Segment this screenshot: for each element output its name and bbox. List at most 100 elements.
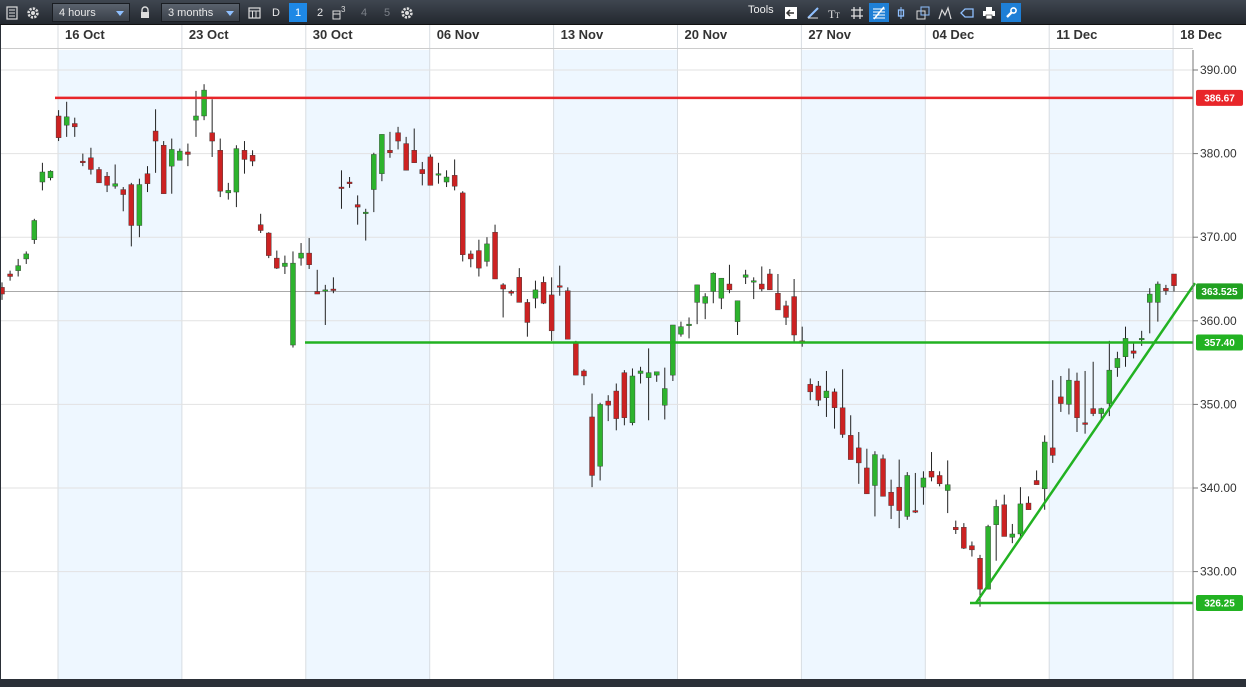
candle-body [847,435,854,460]
printer-icon [983,6,995,19]
layout-3-icon: 3 [332,5,346,19]
level-badge-label: 386.67 [1204,93,1235,104]
tools-label: Tools [748,4,774,16]
pitchfork-icon [938,5,952,19]
trendline-tool-icon[interactable] [803,3,823,22]
layout-4-button[interactable]: 4 [355,3,373,22]
text-tool-icon[interactable]: TT [825,3,845,22]
candle-body [460,192,466,255]
candle-body [201,89,207,117]
bottom-border [0,679,1246,687]
candle-body [1058,396,1064,404]
candle-body [15,265,21,271]
candle-body [589,416,595,476]
candle-body [686,323,692,326]
candle-body [581,370,587,377]
candle-body [767,273,773,291]
chevron-down-icon [116,11,124,16]
tools-settings-icon[interactable] [1001,3,1021,22]
layout-5-button[interactable]: 5 [378,3,396,22]
candle-body [274,257,280,269]
settings-icon[interactable] [23,3,43,22]
week-band [305,50,430,680]
layout-2-button[interactable]: 2 [311,3,329,22]
week-bands [58,50,1174,680]
fib-icon [873,6,885,19]
candle-body [411,150,417,163]
candle-body [1074,380,1080,418]
candle-body [298,252,304,259]
grid-tool-icon[interactable] [847,3,867,22]
candle-body [185,151,191,155]
date-tick-label: 30 Oct [313,27,353,42]
fibonacci-tool-icon[interactable] [869,3,889,22]
candle-body [225,190,232,194]
price-axis: 390.00 380.00 370.00 360.00 350.00 340.00 330.… [1193,63,1237,579]
candle-body [39,171,46,183]
price-tick-label: 340.00 [1200,481,1237,495]
candle-body [613,390,619,419]
candle-body [621,372,628,418]
candle-body [694,284,700,303]
week-band [801,50,926,680]
menu-icon[interactable] [2,3,22,22]
calendar-icon[interactable] [244,3,264,22]
candle-body [565,290,571,340]
interval-select[interactable]: 4 hours [52,3,130,22]
price-tick-label: 380.00 [1200,147,1237,161]
layout-1-button[interactable]: 1 [289,3,307,22]
layout-3-button[interactable]: 3 [330,3,348,22]
candle-body [791,296,797,336]
candle-body [831,391,838,408]
candle-body [807,384,813,393]
candle-body [88,157,94,170]
candle-body [896,486,902,511]
print-icon[interactable] [979,3,999,22]
candle-marker-icon [897,6,905,19]
candle-body [548,294,555,332]
candle-body [177,150,183,161]
candle-body [72,123,78,128]
candle-body [395,132,401,142]
shape-tool-icon[interactable] [957,3,977,22]
candle-body [936,475,943,485]
date-axis: 16 Oct 23 Oct 30 Oct 06 Nov 13 Nov 20 Nov 27 N… [65,27,1222,42]
candle-body [815,385,822,401]
candle-body [1155,283,1161,303]
level-badge-label: 326.25 [1204,598,1235,609]
candle-body [241,150,248,160]
candle-body [209,132,215,142]
candle-body [605,400,611,406]
candle-body [1033,480,1040,485]
period-daily-button[interactable]: D [267,3,285,22]
channel-tool-icon[interactable] [913,3,933,22]
candle-body [678,326,684,335]
candle-body [1163,287,1169,291]
measure-tool-icon[interactable] [891,3,911,22]
candle-body [1041,441,1048,490]
candle-body [152,130,159,142]
candle-body [961,527,967,549]
range-select[interactable]: 3 months [161,3,240,22]
candle-body [266,232,272,256]
candle-body [904,475,910,517]
candle-body [645,372,652,378]
padlock-icon [141,5,149,18]
candle-body [257,224,264,231]
candle-body [290,262,296,346]
candle-body [880,458,886,497]
candle-body [233,148,240,193]
lock-icon[interactable] [135,3,155,22]
pitchfork-tool-icon[interactable] [935,3,955,22]
candle-body [1106,369,1113,404]
price-tick-label: 390.00 [1200,63,1237,77]
candle-body [403,143,409,171]
date-tick-label: 11 Dec [1056,27,1097,42]
back-arrow-icon[interactable] [781,3,801,22]
price-chart[interactable]: 16 Oct 23 Oct 30 Oct 06 Nov 13 Nov 20 Nov 27 N… [0,25,1246,687]
candle-body [435,173,442,176]
gear-icon [401,6,413,19]
candle-body [540,282,547,304]
chart-settings-icon[interactable] [397,3,417,22]
candle-body [573,342,579,376]
